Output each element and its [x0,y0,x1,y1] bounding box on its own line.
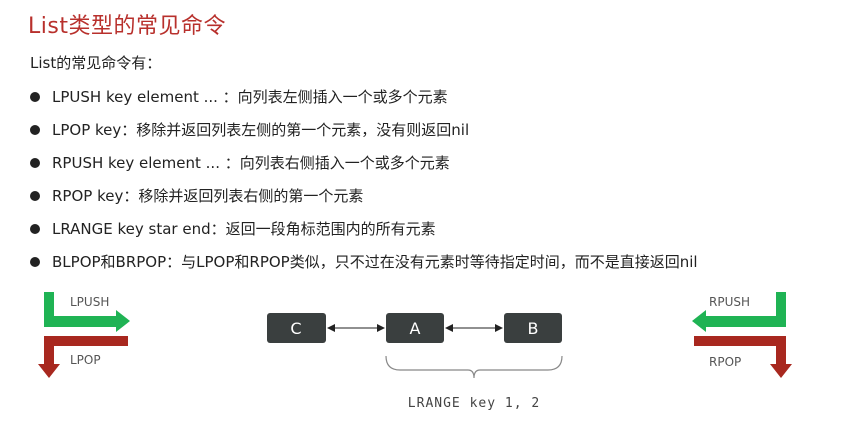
rpop-label: RPOP [709,355,741,369]
range-label: LRANGE key 1, 2 [408,396,540,411]
list-diagram: LPUSH LPOP RPUSH RPOP C A B LRANGE key 1… [38,292,792,411]
rpush-label: RPUSH [709,295,750,309]
node-label-b: B [528,319,539,338]
node-label-c: C [290,319,301,338]
lpush-label: LPUSH [70,295,109,309]
node-label-a: A [410,319,421,338]
lpop-label: LPOP [70,353,101,367]
range-brace [385,355,563,379]
